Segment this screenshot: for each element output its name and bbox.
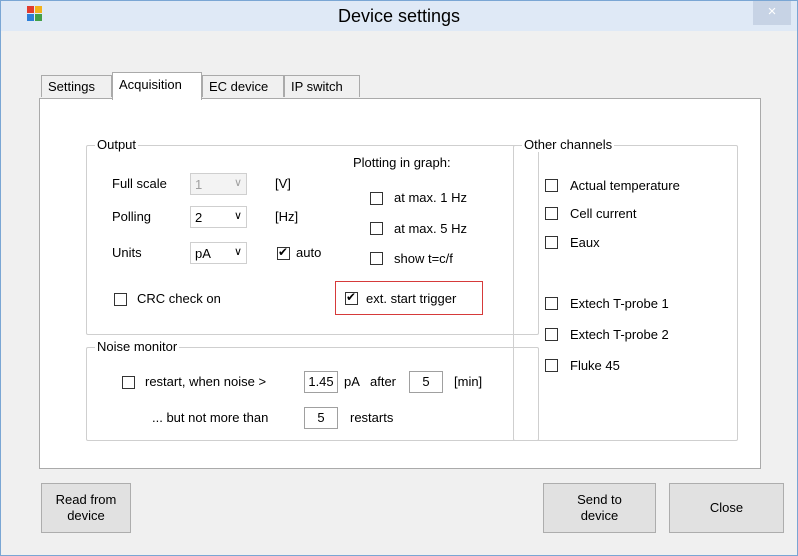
crc-check-checkbox[interactable] bbox=[114, 293, 127, 306]
units-select[interactable]: pA ∨ bbox=[190, 242, 247, 264]
polling-label: Polling bbox=[112, 209, 152, 224]
send-to-device-button[interactable]: Send to device bbox=[543, 483, 656, 533]
extech-tprobe2-label: Extech T-probe 2 bbox=[570, 327, 669, 342]
tab-acquisition[interactable]: Acquisition bbox=[112, 72, 202, 100]
not-more-than-label: ... but not more than bbox=[152, 410, 269, 425]
window-title: Device settings bbox=[337, 6, 461, 26]
minutes-unit: [min] bbox=[454, 374, 483, 389]
output-group: Output Full scale 1 ∨ [V] Polling 2 ∨ [H… bbox=[86, 137, 539, 335]
polling-select[interactable]: 2 ∨ bbox=[190, 206, 247, 228]
chevron-down-icon: ∨ bbox=[233, 246, 242, 258]
other-channels-title: Other channels bbox=[522, 137, 615, 152]
noise-monitor-group: Noise monitor restart, when noise > 1.45… bbox=[86, 339, 539, 441]
restart-noise-label: restart, when noise > bbox=[145, 374, 267, 389]
restarts-label: restarts bbox=[350, 410, 394, 425]
close-button[interactable]: Close bbox=[669, 483, 784, 533]
read-from-device-button[interactable]: Read from device bbox=[41, 483, 131, 533]
actual-temperature-label: Actual temperature bbox=[570, 178, 680, 193]
extech-tprobe1-label: Extech T-probe 1 bbox=[570, 296, 669, 311]
tab-ip-switch[interactable]: IP switch bbox=[284, 75, 360, 97]
polling-value: 2 bbox=[195, 210, 203, 225]
auto-checkbox[interactable] bbox=[277, 245, 290, 260]
full-scale-value: 1 bbox=[195, 177, 203, 192]
plot-max-5hz-checkbox[interactable] bbox=[370, 222, 383, 235]
extech-tprobe2-checkbox[interactable] bbox=[545, 328, 558, 341]
units-label: Units bbox=[112, 245, 142, 260]
ext-start-trigger-checkbox[interactable] bbox=[345, 290, 358, 305]
fluke45-checkbox[interactable] bbox=[545, 359, 558, 372]
cell-current-checkbox[interactable] bbox=[545, 207, 558, 220]
full-scale-select[interactable]: 1 ∨ bbox=[190, 173, 247, 195]
tab-settings[interactable]: Settings bbox=[41, 75, 112, 97]
after-label: after bbox=[370, 374, 397, 389]
show-tcf-label: show t=c/f bbox=[394, 251, 453, 266]
eaux-checkbox[interactable] bbox=[545, 236, 558, 249]
noise-unit: pA bbox=[344, 374, 360, 389]
other-channels-group: Other channels Actual temperature Cell c… bbox=[513, 137, 738, 441]
polling-unit: [Hz] bbox=[275, 209, 299, 224]
fluke45-label: Fluke 45 bbox=[570, 358, 620, 373]
max-restarts-input[interactable]: 5 bbox=[304, 407, 338, 429]
device-settings-window: Device settings × Settings Acquisition E… bbox=[0, 0, 798, 556]
actual-temperature-checkbox[interactable] bbox=[545, 179, 558, 192]
title-bar: Device settings × bbox=[1, 1, 797, 31]
noise-monitor-title: Noise monitor bbox=[95, 339, 180, 354]
after-minutes-input[interactable]: 5 bbox=[409, 371, 443, 393]
tab-ec-device[interactable]: EC device bbox=[202, 75, 284, 97]
units-value: pA bbox=[195, 246, 211, 261]
extech-tprobe1-checkbox[interactable] bbox=[545, 297, 558, 310]
noise-threshold-input[interactable]: 1.45 bbox=[304, 371, 338, 393]
plotting-label: Plotting in graph: bbox=[353, 155, 451, 170]
output-group-title: Output bbox=[95, 137, 139, 152]
restart-noise-checkbox[interactable] bbox=[122, 376, 135, 389]
plot-max-1hz-label: at max. 1 Hz bbox=[394, 190, 467, 205]
close-window-icon[interactable]: × bbox=[753, 1, 791, 25]
crc-check-label: CRC check on bbox=[137, 291, 221, 306]
show-tcf-checkbox[interactable] bbox=[370, 252, 383, 265]
full-scale-label: Full scale bbox=[112, 176, 167, 191]
acquisition-panel: Output Full scale 1 ∨ [V] Polling 2 ∨ [H… bbox=[39, 98, 761, 469]
ext-start-trigger-label: ext. start trigger bbox=[366, 291, 457, 306]
auto-label: auto bbox=[296, 245, 322, 260]
eaux-label: Eaux bbox=[570, 235, 600, 250]
chevron-down-icon: ∨ bbox=[233, 177, 242, 189]
cell-current-label: Cell current bbox=[570, 206, 637, 221]
plot-max-1hz-checkbox[interactable] bbox=[370, 192, 383, 205]
full-scale-unit: [V] bbox=[275, 176, 291, 191]
chevron-down-icon: ∨ bbox=[233, 210, 242, 222]
plot-max-5hz-label: at max. 5 Hz bbox=[394, 221, 467, 236]
